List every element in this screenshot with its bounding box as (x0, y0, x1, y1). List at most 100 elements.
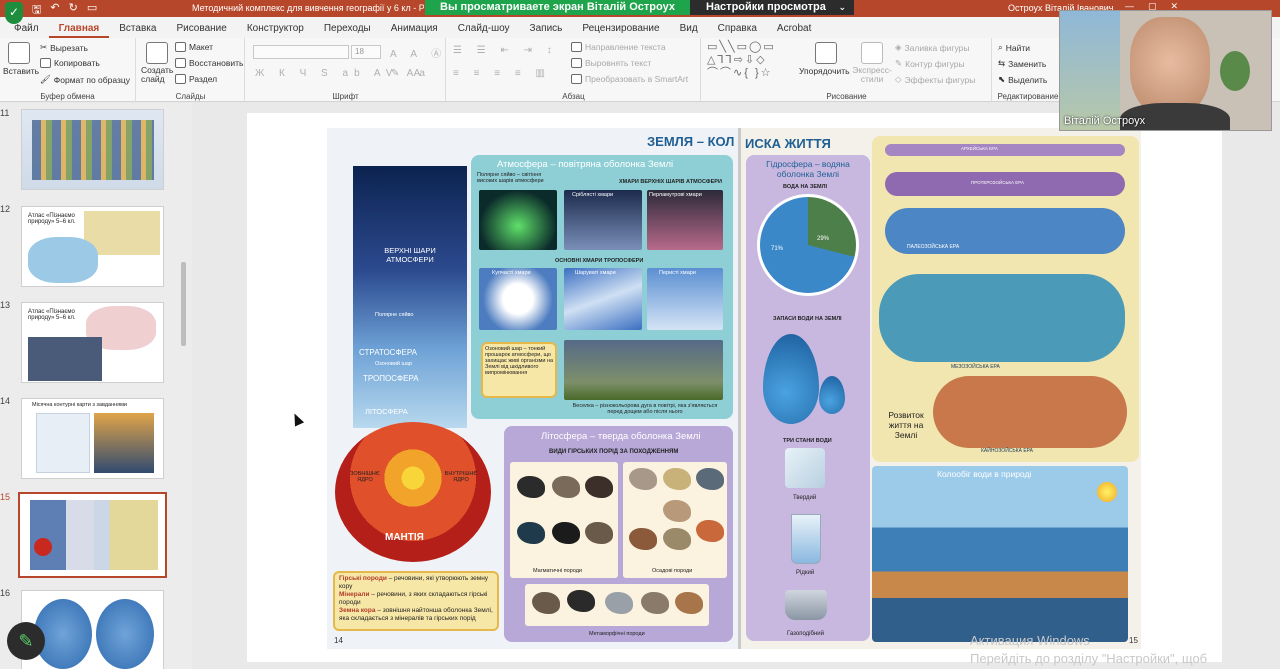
paragraph-group-label: Абзац (562, 92, 585, 101)
poster-title-left: ЗЕМЛЯ – КОЛ (647, 134, 735, 149)
shape-outline-button[interactable]: ✎ Контур фигуры (895, 58, 965, 69)
list-buttons[interactable]: ☰ ☰ ⇤ ⇥ ↕ (453, 45, 558, 56)
windows-activation-watermark: Активация Windows Перейдіть до розділу "… (970, 633, 1207, 666)
aurora-column-label: Полярне сяйво (375, 312, 414, 318)
font-name-input[interactable] (253, 45, 349, 59)
text-direction-label: Направление текста (585, 42, 666, 52)
align-text-button[interactable]: Выровнять текст (571, 58, 651, 68)
reset-button[interactable]: Восстановить (175, 58, 243, 68)
quick-styles-icon[interactable] (861, 42, 883, 64)
view-settings-label: Настройки просмотра (706, 1, 826, 13)
mantle-label: МАНТІЯ (385, 532, 424, 543)
tab-transitions[interactable]: Переходы (314, 23, 381, 38)
rock-sample (567, 590, 595, 612)
copy-button[interactable]: Копировать (40, 58, 100, 68)
arrange-button[interactable]: Упорядочить (799, 66, 850, 76)
tab-home[interactable]: Главная (48, 23, 110, 38)
text-direction-button[interactable]: Направление текста (571, 42, 666, 52)
paint-bucket-icon: ◈ (895, 42, 902, 52)
tab-acrobat[interactable]: Acrobat (767, 23, 821, 38)
shield-icon[interactable]: ✓ (5, 2, 23, 24)
align-buttons[interactable]: ≡ ≡ ≡ ≡ ▥ (453, 68, 551, 79)
thumbnails-scroll-thumb[interactable] (181, 262, 186, 346)
format-painter-button[interactable]: 🖌 Формат по образцу (40, 74, 130, 85)
thumbnails-scrollbar[interactable] (179, 103, 187, 669)
proterozoic-era-label: ПРОТЕРОЗОЙСЬКА ЕРА (971, 180, 1024, 185)
find-button[interactable]: ⌕ Найти (998, 42, 1030, 53)
hydrosphere-title: Гідросфера – водяна оболонка Землі (766, 159, 850, 179)
slide-thumbnail-13[interactable]: Атлас «Пізнаємо природу» 5–6 кл. (21, 302, 164, 383)
thumbnail-title: Атлас «Пізнаємо природу» 5–6 кл. (28, 309, 76, 321)
tab-file[interactable]: Файл (4, 23, 49, 38)
water-on-earth-heading: ВОДА НА ЗЕМЛІ (783, 184, 828, 190)
upper-clouds-heading: ХМАРИ ВЕРХНІХ ШАРІВ АТМОСФЕРИ (619, 179, 722, 185)
copy-label: Копировать (54, 58, 100, 68)
document-title: Методичний комплекс для вивчення географ… (192, 3, 424, 13)
layout-button[interactable]: Макет (175, 42, 213, 52)
minerals-term: Мінерали (339, 591, 370, 598)
rock-sample (585, 522, 613, 544)
smartart-button[interactable]: Преобразовать в SmartArt (571, 74, 688, 84)
paste-button[interactable]: Вставить (3, 66, 39, 76)
archean-era-label: АРХЕЙСЬКА ЕРА (961, 146, 998, 151)
new-slide-button[interactable]: Создать слайд (141, 66, 175, 84)
section-label: Раздел (189, 74, 218, 84)
slide-thumbnail-15[interactable] (18, 492, 167, 578)
slide-thumbnail-14[interactable]: Місячна контурні карти з завданнями (21, 398, 164, 479)
definitions-text: Гірські породи – речовини, які утворюють… (339, 575, 495, 623)
slide-thumbnail-11[interactable] (21, 109, 164, 190)
quick-styles-button[interactable]: Экспресс-стили (852, 66, 892, 84)
tab-draw[interactable]: Рисование (166, 23, 236, 38)
shapes-gallery[interactable]: ▭╲╲▭◯▭ △⅂⅂⇨⇩◇ ⌒⌒∿{ }☆ (707, 41, 776, 80)
tab-slideshow[interactable]: Слайд-шоу (448, 23, 520, 38)
paste-icon[interactable] (8, 42, 30, 64)
sedimentary-label: Осадові породи (652, 568, 693, 574)
shape-fill-button[interactable]: ◈ Заливка фигуры (895, 42, 969, 53)
rock-types-heading: ВИДИ ГІРСЬКИХ ПОРІД ЗА ПОХОДЖЕННЯМ (549, 449, 679, 455)
drawing-group-label: Рисование (826, 92, 867, 101)
pointer-icon: ⬉ (998, 74, 1006, 84)
water-cycle-panel (872, 466, 1128, 642)
select-button[interactable]: ⬉ Выделить (998, 74, 1047, 85)
font-color-buttons[interactable]: ✎ A (391, 68, 426, 79)
tab-help[interactable]: Справка (708, 23, 767, 38)
poster-page-left: ВЕРХНІ ШАРИ АТМОСФЕРИ Полярне сяйво СТРА… (327, 128, 738, 649)
lithosphere-title: Літосфера – тверда оболонка Землі (541, 431, 701, 442)
atmosphere-column (353, 166, 467, 428)
new-slide-icon[interactable] (146, 42, 168, 64)
smartart-icon (571, 74, 582, 84)
cut-button[interactable]: ✂ Вырезать (40, 42, 88, 53)
tab-insert[interactable]: Вставка (109, 23, 166, 38)
slide-thumbnails-panel[interactable]: 11 12 Атлас «Пізнаємо природу» 5–6 кл. 1… (0, 103, 192, 669)
arrange-icon[interactable] (815, 42, 837, 64)
rock-sample (663, 528, 691, 550)
select-label: Выделить (1008, 74, 1048, 85)
slide-thumbnail-16[interactable] (21, 590, 164, 669)
section-button[interactable]: Раздел (175, 74, 217, 84)
thumbnail-preview (96, 599, 154, 669)
participant-video[interactable]: Віталій Остроух (1059, 10, 1272, 131)
tab-animations[interactable]: Анимация (381, 23, 448, 38)
pen-annotation-button[interactable]: ✎ (7, 622, 45, 660)
layout-label: Макет (189, 42, 214, 52)
tab-review[interactable]: Рецензирование (572, 23, 669, 38)
tab-design[interactable]: Конструктор (237, 23, 314, 38)
thumbnail-preview (36, 413, 90, 473)
replace-button[interactable]: ⇆ Заменить (998, 58, 1046, 69)
tab-record[interactable]: Запись (520, 23, 573, 38)
font-size-controls[interactable]: A A Ⓐ (390, 45, 447, 60)
thumbnail-number: 14 (0, 396, 11, 406)
tab-view[interactable]: Вид (670, 23, 708, 38)
archean-band (885, 144, 1125, 156)
font-group: 18 A A Ⓐ Ж К Ч S ab AV Aa ✎ A Шрифт (246, 38, 446, 102)
cumulus-label: Купчасті хмари (492, 270, 531, 276)
silvery-clouds-label: Сріблясті хмари (572, 192, 614, 198)
water-cycle-title: Колообіг води в природі (937, 469, 1032, 479)
mesozoic-band (879, 274, 1125, 362)
troposphere-label: ТРОПОСФЕРА (363, 374, 419, 383)
view-settings-button[interactable]: Настройки просмотра ⌄ (690, 0, 854, 15)
text-direction-icon (571, 42, 582, 52)
shape-effects-button[interactable]: ◇ Эффекты фигуры (895, 74, 975, 85)
slide-thumbnail-12[interactable]: Атлас «Пізнаємо природу» 5–6 кл. (21, 206, 164, 287)
font-size-input[interactable]: 18 (351, 45, 381, 59)
